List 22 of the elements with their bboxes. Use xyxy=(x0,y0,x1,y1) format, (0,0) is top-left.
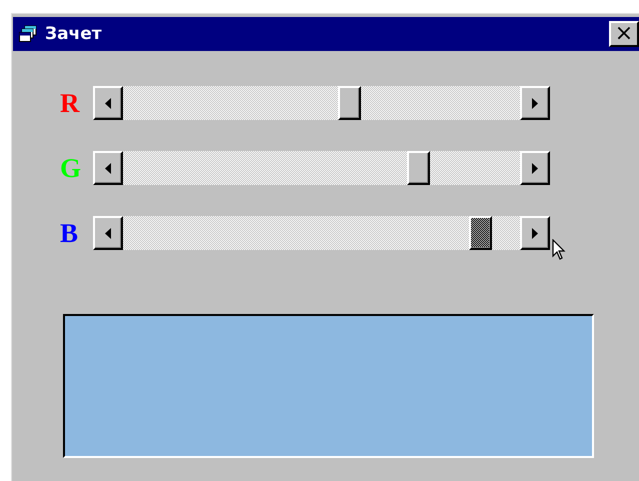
triangle-right-icon xyxy=(532,228,538,238)
scroll-left-button[interactable] xyxy=(93,86,123,120)
channel-label: G xyxy=(60,152,82,185)
triangle-right-icon xyxy=(532,162,538,174)
channel-label: B xyxy=(60,217,80,250)
scroll-right-button[interactable] xyxy=(520,86,550,120)
slider-thumb[interactable] xyxy=(468,216,492,250)
window-stack-icon xyxy=(19,25,39,43)
slider-thumb[interactable] xyxy=(338,86,362,120)
scroll-right-button[interactable] xyxy=(520,151,550,185)
triangle-left-icon xyxy=(105,98,111,108)
scroll-left-button[interactable] xyxy=(93,216,123,250)
close-button[interactable]: × xyxy=(609,21,639,47)
triangle-left-icon xyxy=(105,162,111,174)
scroll-left-button[interactable] xyxy=(93,151,123,185)
scroll-right-button[interactable] xyxy=(520,216,550,250)
triangle-right-icon xyxy=(532,98,538,108)
slider-thumb[interactable] xyxy=(407,151,430,185)
triangle-left-icon xyxy=(105,228,111,238)
mouse-pointer-icon xyxy=(552,239,566,261)
window-title: Зачет xyxy=(45,24,103,44)
channel-label: R xyxy=(60,87,81,120)
